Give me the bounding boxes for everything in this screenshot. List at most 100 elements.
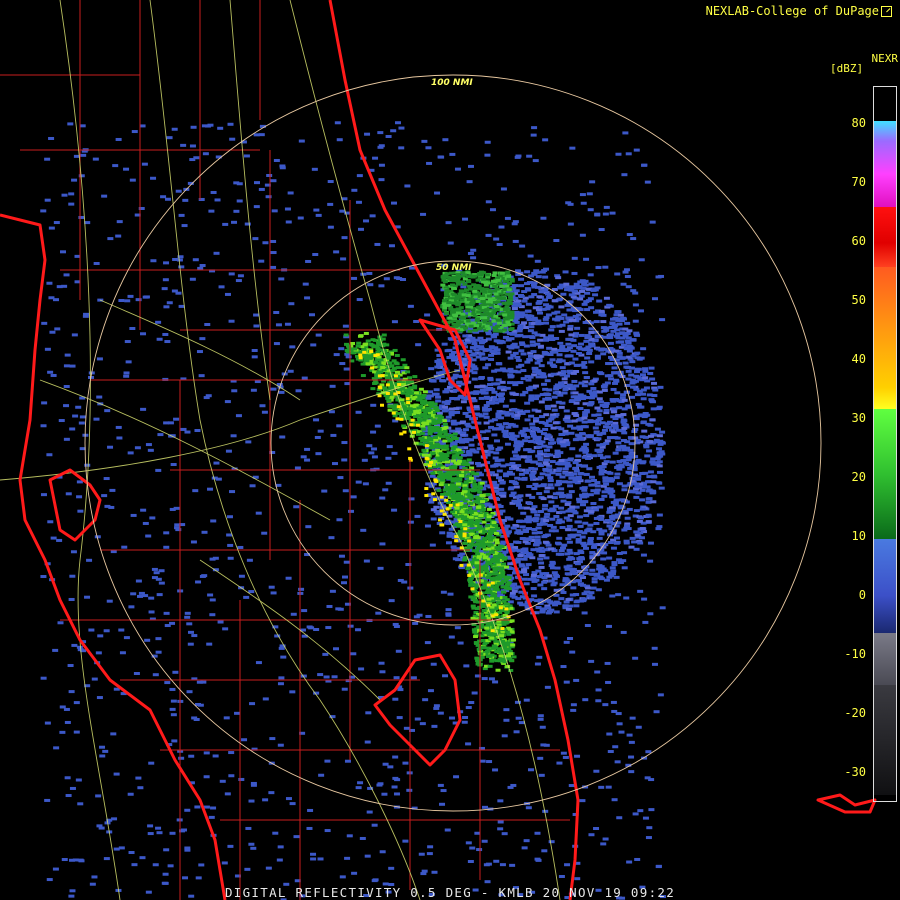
echo-pixel [278, 390, 285, 394]
echo-pixel [604, 661, 611, 665]
echo-pixel [462, 411, 469, 415]
echo-pixel [581, 416, 588, 420]
echo-pixel [614, 760, 621, 764]
echo-pixel [278, 646, 285, 650]
echo-pixel [551, 408, 558, 412]
echo-pixel [238, 777, 245, 781]
echo-pixel [50, 536, 57, 540]
echo-pixel [647, 470, 654, 474]
echo-pixel [491, 521, 497, 525]
echo-pixel [587, 297, 594, 301]
echo-pixel [568, 784, 575, 788]
echo-pixel [518, 506, 525, 510]
echo-pixel [545, 406, 552, 410]
echo-pixel [524, 459, 531, 463]
echo-pixel [248, 590, 255, 594]
echo-pixel [392, 755, 399, 759]
echo-pixel [643, 445, 650, 449]
echo-pixel [605, 624, 612, 628]
echo-pixel [498, 397, 505, 401]
echo-pixel [44, 157, 51, 161]
echo-pixel [630, 237, 637, 241]
echo-pixel [633, 417, 640, 421]
echo-pixel [147, 448, 154, 452]
echo-pixel [442, 405, 449, 409]
echo-pixel [387, 408, 393, 412]
echo-pixel [541, 382, 548, 386]
echo-pixel [52, 867, 59, 871]
echo-pixel [63, 404, 70, 408]
echo-pixel [542, 427, 549, 431]
echo-pixel [625, 405, 632, 409]
echo-pixel [600, 842, 607, 846]
echo-pixel [607, 750, 614, 754]
echo-pixel [227, 122, 234, 126]
echo-pixel [455, 487, 461, 491]
echo-pixel [268, 585, 275, 589]
echo-pixel [311, 167, 318, 171]
echo-pixel [544, 453, 551, 457]
echo-pixel [626, 329, 633, 333]
echo-pixel [258, 133, 265, 137]
echo-pixel [398, 146, 405, 150]
echo-pixel [511, 589, 518, 593]
echo-pixel [228, 319, 235, 323]
echo-pixel [507, 381, 514, 385]
echo-pixel [602, 265, 609, 269]
echo-pixel [607, 341, 614, 345]
echo-pixel [572, 357, 579, 361]
echo-pixel [471, 371, 478, 375]
echo-pixel [237, 274, 244, 278]
echo-pixel [650, 407, 657, 411]
echo-pixel [558, 458, 565, 462]
echo-pixel [229, 490, 236, 494]
echo-pixel [248, 799, 255, 803]
echo-pixel [481, 631, 487, 635]
echo-pixel [500, 494, 507, 498]
echo-pixel [488, 357, 495, 361]
echo-pixel [431, 392, 438, 396]
echo-pixel [533, 426, 540, 430]
echo-pixel [148, 761, 155, 765]
echo-pixel [615, 441, 622, 445]
echo-pixel [561, 377, 568, 381]
echo-pixel [567, 533, 574, 537]
echo-pixel [628, 442, 635, 446]
echo-pixel [564, 416, 571, 420]
echo-pixel [475, 461, 482, 465]
echo-pixel [310, 852, 317, 856]
echo-pixel [54, 327, 61, 331]
echo-pixel [562, 467, 569, 471]
echo-pixel [466, 453, 473, 457]
echo-pixel [484, 153, 491, 157]
echo-pixel [50, 373, 57, 377]
echo-pixel [537, 464, 544, 468]
echo-pixel [552, 421, 559, 425]
echo-pixel [571, 289, 578, 293]
echo-pixel [536, 655, 543, 659]
echo-pixel [324, 759, 331, 763]
echo-pixel [386, 445, 393, 449]
echo-pixel [233, 209, 240, 213]
echo-pixel [390, 129, 397, 133]
echo-pixel [535, 454, 542, 458]
echo-pixel [628, 755, 635, 759]
echo-pixel [656, 481, 663, 485]
echo-pixel [463, 437, 470, 441]
echo-pixel [270, 251, 277, 255]
echo-pixel [206, 642, 213, 646]
echo-pixel [631, 540, 638, 544]
echo-pixel [452, 436, 458, 440]
echo-pixel [603, 296, 610, 300]
echo-pixel [184, 808, 191, 812]
echo-pixel [565, 201, 572, 205]
echo-pixel [213, 251, 220, 255]
echo-pixel [537, 714, 544, 718]
echo-pixel [585, 479, 592, 483]
echo-pixel [515, 154, 522, 158]
echo-pixel [588, 475, 595, 479]
echo-pixel [586, 527, 593, 531]
echo-pixel [388, 866, 395, 870]
echo-pixel [217, 126, 224, 130]
echo-pixel [364, 740, 371, 744]
